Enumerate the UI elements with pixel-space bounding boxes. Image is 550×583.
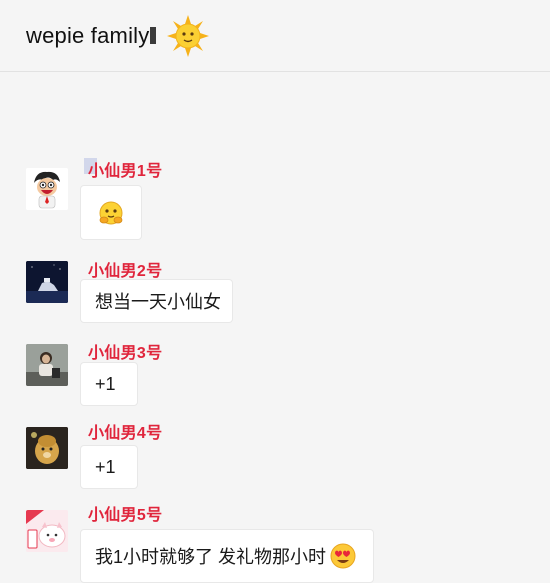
sender-name: 小仙男3号 (88, 345, 163, 362)
message-bubble[interactable]: 想当一天小仙女 (80, 279, 233, 323)
hugging-face-emoji-icon (97, 199, 125, 227)
message-bubble[interactable]: 我1小时就够了 发礼物那小时 (80, 529, 374, 583)
text-cursor (150, 27, 157, 44)
message-text: 想当一天小仙女 (95, 292, 221, 312)
sender-name: 小仙男5号 (88, 507, 163, 524)
message-bubble[interactable]: +1 (80, 445, 138, 489)
message-bubble[interactable] (80, 185, 142, 240)
sender-name: 小仙男4号 (88, 425, 163, 442)
message-bubble[interactable]: +1 (80, 362, 138, 406)
avatar[interactable] (26, 261, 68, 303)
avatar[interactable] (26, 510, 68, 552)
sender-name: 小仙男2号 (88, 263, 163, 280)
sun-emoji-icon (166, 14, 210, 58)
heart-eyes-emoji-icon (329, 542, 357, 570)
sender-name: 小仙男1号 (88, 163, 163, 180)
avatar[interactable] (26, 427, 68, 469)
avatar[interactable] (26, 168, 68, 210)
message-text: 我1小时就够了 发礼物那小时 (95, 547, 327, 567)
avatar[interactable] (26, 344, 68, 386)
chat-header: wepie family (0, 0, 550, 72)
message-text: +1 (95, 456, 116, 477)
chat-title: wepie family (26, 22, 150, 48)
message-text: +1 (95, 373, 116, 394)
